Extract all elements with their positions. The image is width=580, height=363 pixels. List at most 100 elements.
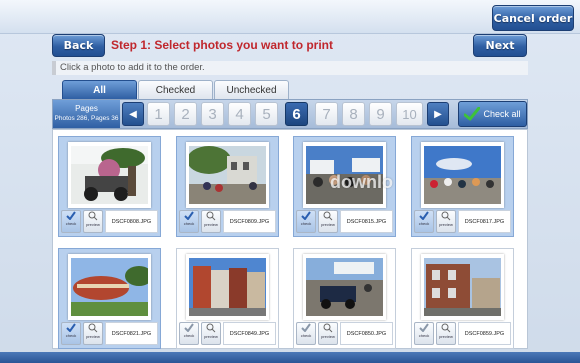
- instruction-hint: Click a photo to add it to the order.: [52, 61, 528, 75]
- page-4[interactable]: 4: [228, 102, 251, 126]
- bottom-bar: [0, 352, 580, 363]
- preview-button[interactable]: preview: [201, 322, 221, 345]
- photo-card[interactable]: check preview DSCF0850.JPG: [293, 248, 396, 349]
- photo-card[interactable]: check preview DSCF0808.JPG: [58, 136, 161, 237]
- photo-filename: DSCF0821.JPG: [105, 322, 158, 345]
- photo-image: [189, 146, 266, 204]
- page-5[interactable]: 5: [255, 102, 278, 126]
- check-toggle[interactable]: check: [179, 210, 199, 233]
- photo-filename: DSCF0849.JPG: [223, 322, 276, 345]
- photo-filename: DSCF0808.JPG: [105, 210, 158, 233]
- back-button[interactable]: Back: [52, 34, 105, 57]
- pages-info: Pages Photos 286, Pages 36: [53, 100, 120, 128]
- preview-button[interactable]: preview: [436, 322, 456, 345]
- photo-card[interactable]: check preview DSCF0849.JPG: [176, 248, 279, 349]
- preview-label: preview: [86, 334, 100, 339]
- photo-image: [71, 146, 148, 204]
- page-2[interactable]: 2: [174, 102, 197, 126]
- magnifier-icon: [206, 211, 216, 221]
- check-label: check: [65, 333, 77, 338]
- check-toggle[interactable]: check: [296, 322, 316, 345]
- preview-label: preview: [204, 222, 218, 227]
- photo-thumbnail[interactable]: [68, 142, 151, 208]
- check-all-button[interactable]: Check all: [458, 101, 527, 127]
- watermark: downlo: [330, 172, 393, 192]
- cancel-order-button[interactable]: Cancel order: [492, 5, 574, 31]
- check-all-label: Check all: [483, 109, 521, 119]
- photo-thumbnail[interactable]: [421, 142, 504, 208]
- check-toggle[interactable]: check: [61, 322, 81, 345]
- page-3[interactable]: 3: [201, 102, 224, 126]
- photo-card[interactable]: check preview DSCF0859.JPG: [411, 248, 514, 349]
- check-toggle[interactable]: check: [414, 322, 434, 345]
- check-toggle[interactable]: check: [61, 210, 81, 233]
- page-1[interactable]: 1: [147, 102, 170, 126]
- preview-label: preview: [321, 222, 335, 227]
- check-label: check: [418, 221, 430, 226]
- magnifier-icon: [441, 323, 451, 333]
- prev-page-button[interactable]: ◀: [122, 102, 144, 126]
- photo-filename: DSCF0850.JPG: [340, 322, 393, 345]
- tab-all[interactable]: All: [62, 80, 137, 99]
- page-6[interactable]: 6: [285, 102, 308, 126]
- photo-card[interactable]: check preview DSCF0821.JPG: [58, 248, 161, 349]
- preview-button[interactable]: preview: [201, 210, 221, 233]
- page-9[interactable]: 9: [369, 102, 392, 126]
- preview-button[interactable]: preview: [83, 210, 103, 233]
- pages-summary: Photos 286, Pages 36: [54, 115, 119, 122]
- preview-label: preview: [86, 222, 100, 227]
- magnifier-icon: [323, 211, 333, 221]
- check-toggle[interactable]: check: [179, 322, 199, 345]
- preview-label: preview: [439, 222, 453, 227]
- magnifier-icon: [206, 323, 216, 333]
- pagination-toolbar: Pages Photos 286, Pages 36 ◀ 1 2 3 4 5 6…: [52, 99, 528, 129]
- photo-card[interactable]: check preview DSCF0817.JPG: [411, 136, 514, 237]
- checkmark-icon: [184, 211, 194, 220]
- photo-image: [71, 258, 148, 316]
- magnifier-icon: [88, 323, 98, 333]
- pages-label: Pages: [75, 104, 98, 113]
- check-toggle[interactable]: check: [296, 210, 316, 233]
- next-button[interactable]: Next: [473, 34, 527, 57]
- page-10[interactable]: 10: [396, 102, 423, 126]
- preview-button[interactable]: preview: [436, 210, 456, 233]
- left-arrow-icon: ◀: [129, 108, 137, 120]
- magnifier-icon: [88, 211, 98, 221]
- tab-unchecked[interactable]: Unchecked: [214, 80, 289, 99]
- preview-button[interactable]: preview: [318, 322, 338, 345]
- checkmark-icon: [184, 323, 194, 332]
- check-label: check: [65, 221, 77, 226]
- preview-button[interactable]: preview: [318, 210, 338, 233]
- photo-thumbnail[interactable]: [186, 254, 269, 320]
- check-label: check: [300, 221, 312, 226]
- preview-label: preview: [321, 334, 335, 339]
- photo-grid: check preview DSCF0808.JPG check preview…: [52, 129, 528, 349]
- page-7[interactable]: 7: [315, 102, 338, 126]
- photo-thumbnail[interactable]: [186, 142, 269, 208]
- checkmark-icon: [66, 323, 76, 332]
- check-label: check: [183, 221, 195, 226]
- checkmark-icon: [464, 107, 481, 121]
- check-label: check: [183, 333, 195, 338]
- photo-filename: DSCF0859.JPG: [458, 322, 511, 345]
- photo-filename: DSCF0817.JPG: [458, 210, 511, 233]
- check-label: check: [300, 333, 312, 338]
- photo-filename: DSCF0815.JPG: [340, 210, 393, 233]
- preview-label: preview: [439, 334, 453, 339]
- checkmark-icon: [301, 211, 311, 220]
- page-title: Step 1: Select photos you want to print: [111, 38, 334, 52]
- preview-button[interactable]: preview: [83, 322, 103, 345]
- tab-checked[interactable]: Checked: [138, 80, 213, 99]
- photo-thumbnail[interactable]: [421, 254, 504, 320]
- photo-thumbnail[interactable]: [303, 254, 386, 320]
- check-toggle[interactable]: check: [414, 210, 434, 233]
- check-label: check: [418, 333, 430, 338]
- page-8[interactable]: 8: [342, 102, 365, 126]
- photo-image: [306, 258, 383, 316]
- photo-filename: DSCF0809.JPG: [223, 210, 276, 233]
- photo-thumbnail[interactable]: [68, 254, 151, 320]
- magnifier-icon: [323, 323, 333, 333]
- checkmark-icon: [66, 211, 76, 220]
- next-page-button[interactable]: ▶: [427, 102, 449, 126]
- photo-card[interactable]: check preview DSCF0809.JPG: [176, 136, 279, 237]
